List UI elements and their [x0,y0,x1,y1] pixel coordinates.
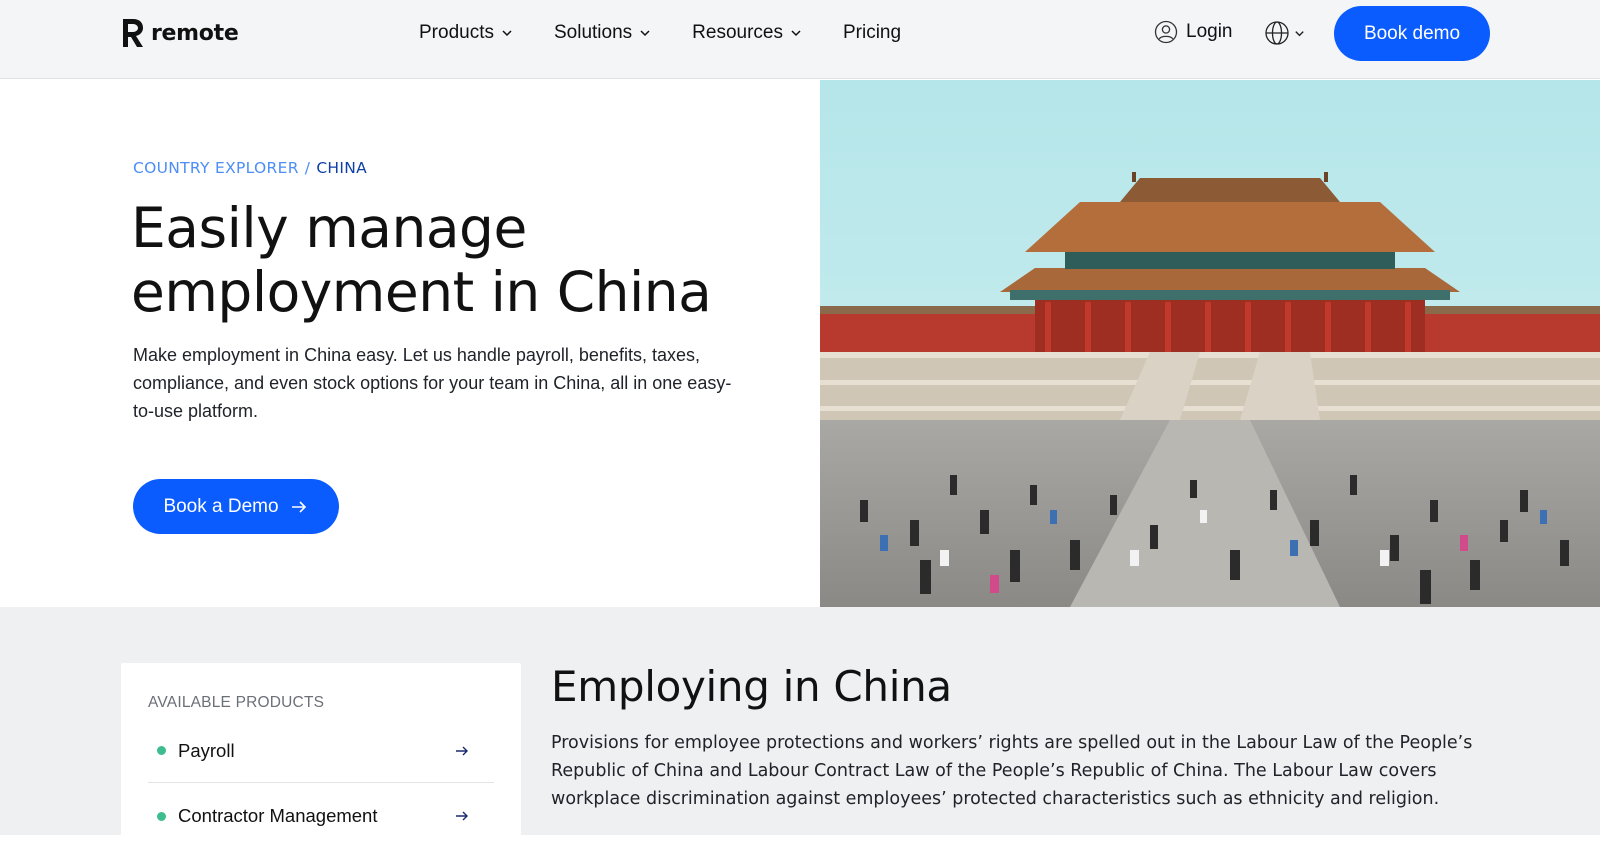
product-label: Payroll [178,739,235,761]
nav-products-label: Products [419,22,494,43]
nav-pricing[interactable]: Pricing [843,22,901,44]
product-item-payroll[interactable]: Payroll [148,719,494,783]
chevron-down-icon [1295,30,1304,36]
language-selector[interactable] [1264,20,1306,46]
employing-body: Provisions for employee protections and … [551,733,1473,809]
remote-logo[interactable]: remote [120,17,239,49]
chevron-down-icon [640,30,650,37]
arrow-right-icon [456,811,468,821]
nav-resources-label: Resources [692,22,783,43]
hero-description: Make employment in China easy. Let us ha… [133,345,732,421]
arrow-right-icon [456,746,468,755]
login-label: Login [1186,21,1233,42]
nav-resources[interactable]: Resources [692,22,803,44]
employing-title: Employing in China [551,662,952,711]
chevron-down-icon [791,30,801,37]
product-item-contractor-management[interactable]: Contractor Management [148,784,494,848]
arrow-right-icon [291,500,306,513]
hero-title: Easily manage employment in China [131,196,712,324]
breadcrumb-separator: / [304,159,311,177]
forbidden-city-photo [820,80,1600,607]
forbidden-city-illustration [820,80,1600,607]
nav-pricing-label: Pricing [842,22,902,43]
logo-text: remote [151,20,239,46]
globe-icon [1265,21,1289,45]
available-products-heading: AVAILABLE PRODUCTS [148,694,325,711]
breadcrumb-country-explorer[interactable]: COUNTRY EXPLORER [133,159,299,177]
chevron-down-icon [502,30,512,37]
nav-solutions-label: Solutions [553,22,633,43]
available-products-card: AVAILABLE PRODUCTS Payroll Contractor Ma… [121,663,521,843]
nav-products[interactable]: Products [419,22,514,44]
user-icon [1154,20,1178,44]
book-demo-button[interactable]: Book demo [1334,6,1490,61]
status-dot [157,746,166,755]
site-header: remote Products Solutions Resources Pric… [0,0,1600,79]
product-label: Contractor Management [178,805,378,826]
book-a-demo-button[interactable]: Book a Demo [133,479,339,534]
status-dot [157,811,166,821]
book-a-demo-label: Book a Demo [163,495,279,517]
nav-solutions[interactable]: Solutions [554,22,652,44]
breadcrumb-current: CHINA [316,159,368,177]
main-nav: Products Solutions Resources Pricing [419,0,941,66]
login-link[interactable]: Login [1154,20,1233,44]
remote-logo-icon [123,19,143,47]
breadcrumb: COUNTRY EXPLORER / CHINA [133,159,367,177]
